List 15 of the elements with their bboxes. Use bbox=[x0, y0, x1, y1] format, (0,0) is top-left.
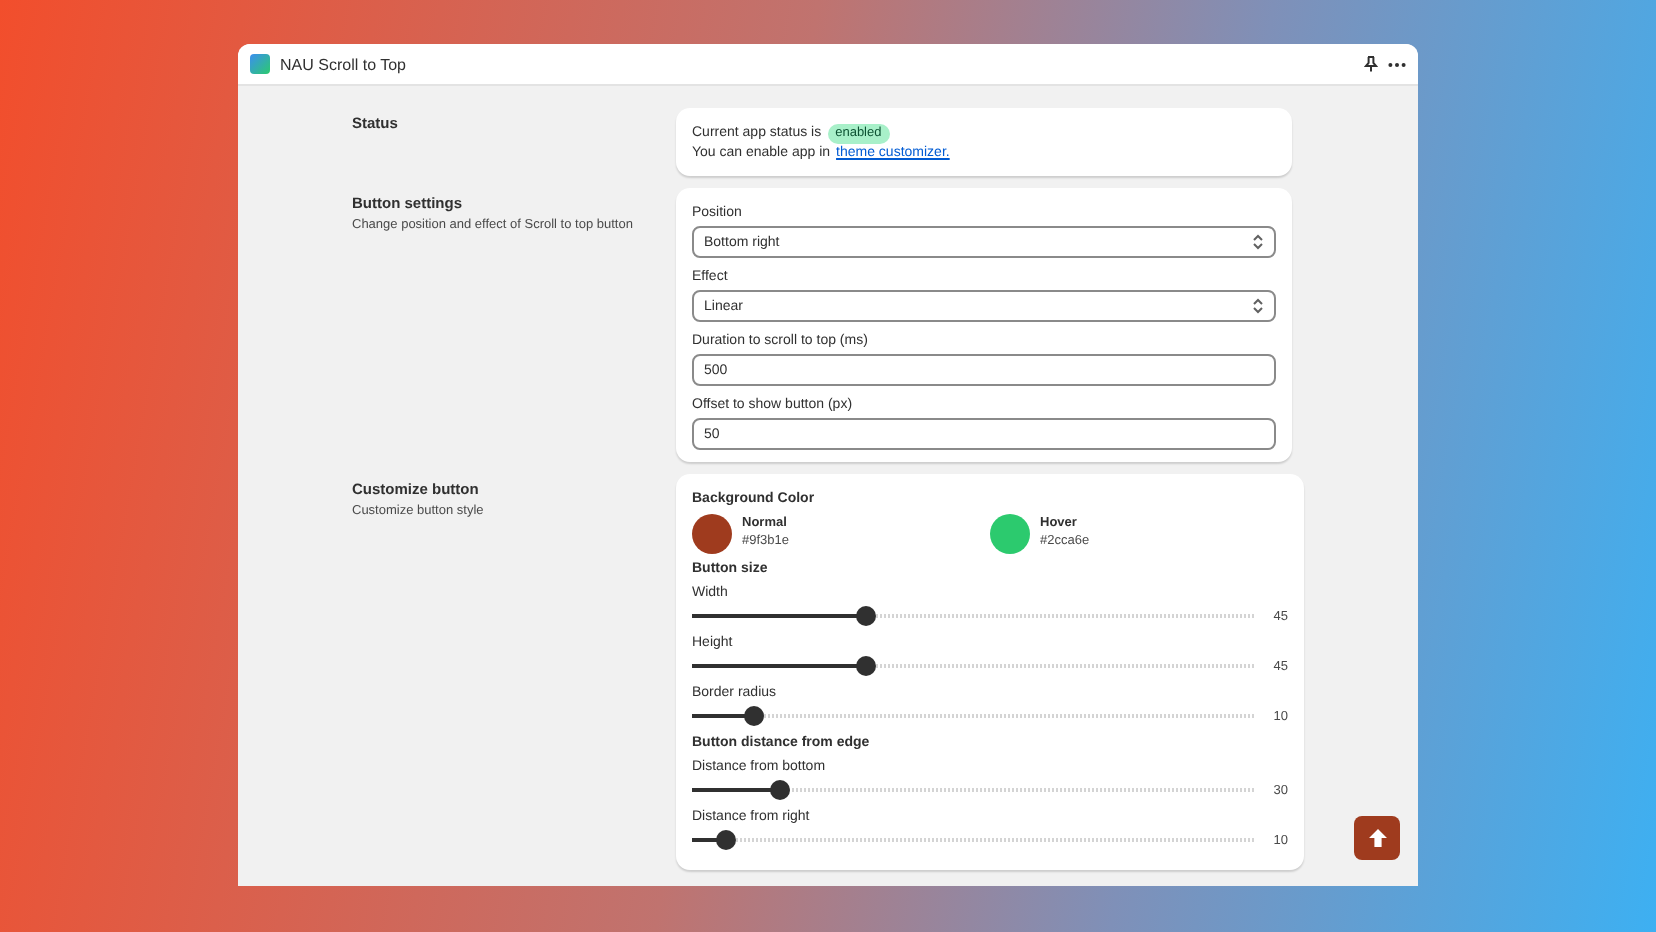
app-icon bbox=[250, 54, 270, 74]
window-title: NAU Scroll to Top bbox=[280, 55, 408, 73]
color-swatch[interactable] bbox=[692, 514, 732, 554]
arrow-up-icon bbox=[1367, 828, 1387, 848]
more-icon[interactable] bbox=[1388, 61, 1406, 67]
scroll-to-top-button[interactable] bbox=[1354, 816, 1400, 860]
slider-thumb[interactable] bbox=[744, 706, 765, 726]
pin-icon[interactable] bbox=[1364, 56, 1378, 72]
slider-thumb[interactable] bbox=[769, 780, 790, 800]
slider-thumb[interactable] bbox=[856, 606, 877, 626]
chevron-icon bbox=[1252, 234, 1264, 250]
chevron-icon bbox=[1252, 298, 1264, 314]
slider-thumb[interactable] bbox=[715, 830, 736, 850]
slider-thumb[interactable] bbox=[856, 656, 877, 676]
color-swatch[interactable] bbox=[990, 514, 1030, 554]
